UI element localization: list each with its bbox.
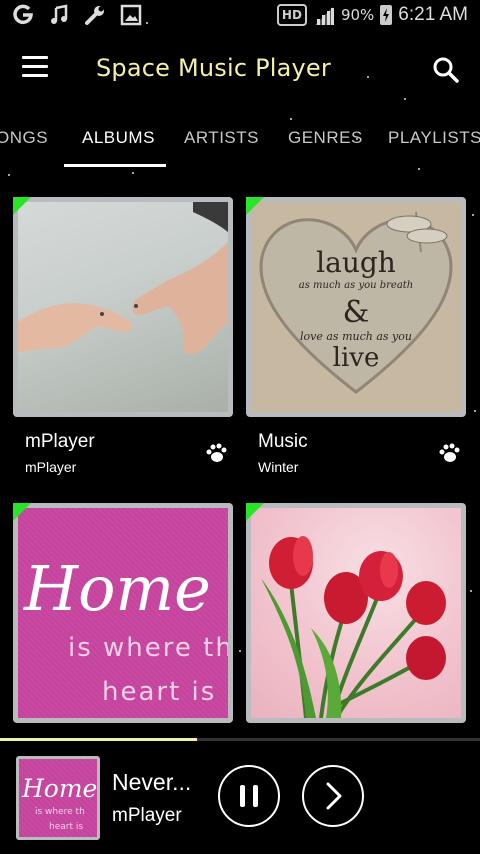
art-text-where: is where th <box>68 633 228 663</box>
album-card-home[interactable]: Home is where th heart is <box>13 503 235 723</box>
signal-icon <box>313 5 335 25</box>
chevron-right-icon <box>326 782 342 810</box>
hamburger-menu-icon[interactable] <box>22 56 52 84</box>
selection-corner-mark <box>13 503 31 521</box>
paw-icon[interactable] <box>438 442 460 464</box>
album-cover-frame <box>246 503 466 723</box>
album-artist: mPlayer <box>25 459 77 475</box>
tab-playlists[interactable]: PLAYLISTS <box>388 128 480 148</box>
hd-badge: HD <box>276 4 307 26</box>
tab-genres[interactable]: GENRES <box>288 128 363 148</box>
pause-icon <box>240 785 258 807</box>
battery-percent: 90% <box>340 6 375 24</box>
album-cover-image <box>18 202 228 412</box>
album-card-mplayer[interactable]: mPlayer mPlayer <box>13 197 235 487</box>
art-text-breath: as much as you breath <box>299 280 414 291</box>
album-cover-frame: laugh as much as you breath & love as mu… <box>246 197 466 417</box>
active-tab-indicator <box>64 164 166 167</box>
music-note-icon <box>48 4 70 33</box>
art-text-home: Home <box>23 552 211 625</box>
battery-charging-icon <box>380 5 393 25</box>
album-title: mPlayer <box>25 431 95 452</box>
album-card-tulips[interactable] <box>246 503 468 723</box>
now-playing-album-art[interactable]: Home is where th heart is <box>16 756 100 840</box>
selection-corner-mark <box>246 197 264 215</box>
pause-button[interactable] <box>218 765 280 827</box>
art-text-laugh: laugh <box>316 246 396 279</box>
album-cover-image <box>251 508 461 718</box>
search-icon[interactable] <box>430 54 462 86</box>
now-playing-bar: Home is where th heart is Never... mPlay… <box>0 741 480 854</box>
art-text-ampersand: & <box>343 295 370 330</box>
app-title: Space Music Player <box>96 54 331 82</box>
album-cover-image: Home is where th heart is <box>18 508 228 718</box>
status-clock: 6:21 AM <box>398 4 468 25</box>
app-icon <box>12 4 34 33</box>
status-bar: HD 90% 6:21 AM <box>0 0 480 36</box>
art-text-heart: heart is <box>102 677 216 707</box>
now-playing-artist: mPlayer <box>112 805 182 826</box>
album-card-music[interactable]: laugh as much as you breath & love as mu… <box>246 197 468 487</box>
tab-songs[interactable]: ONGS <box>0 128 48 148</box>
tab-albums[interactable]: ALBUMS <box>82 128 155 148</box>
mini-art-text-heart: heart is <box>49 822 83 832</box>
album-artist: Winter <box>258 459 299 475</box>
album-cover-frame: Home is where th heart is <box>13 503 233 723</box>
app-bar: Space Music Player <box>0 36 480 104</box>
image-icon <box>120 4 142 33</box>
album-cover-frame <box>13 197 233 417</box>
tab-bar: ONGS ALBUMS ARTISTS GENRES PLAYLISTS <box>0 118 480 170</box>
mini-art-text-where: is where th <box>35 807 85 817</box>
wrench-icon <box>84 4 106 33</box>
selection-corner-mark <box>13 197 31 215</box>
selection-corner-mark <box>246 503 264 521</box>
next-button[interactable] <box>302 765 364 827</box>
art-text-live: live <box>333 343 380 373</box>
paw-icon[interactable] <box>205 442 227 464</box>
art-text-love: love as much as you <box>300 330 412 343</box>
now-playing-title: Never... <box>112 769 192 795</box>
tab-artists[interactable]: ARTISTS <box>184 128 259 148</box>
album-cover-image: laugh as much as you breath & love as mu… <box>251 202 461 412</box>
mini-art-text-home: Home <box>21 774 97 803</box>
album-title: Music <box>258 431 308 452</box>
